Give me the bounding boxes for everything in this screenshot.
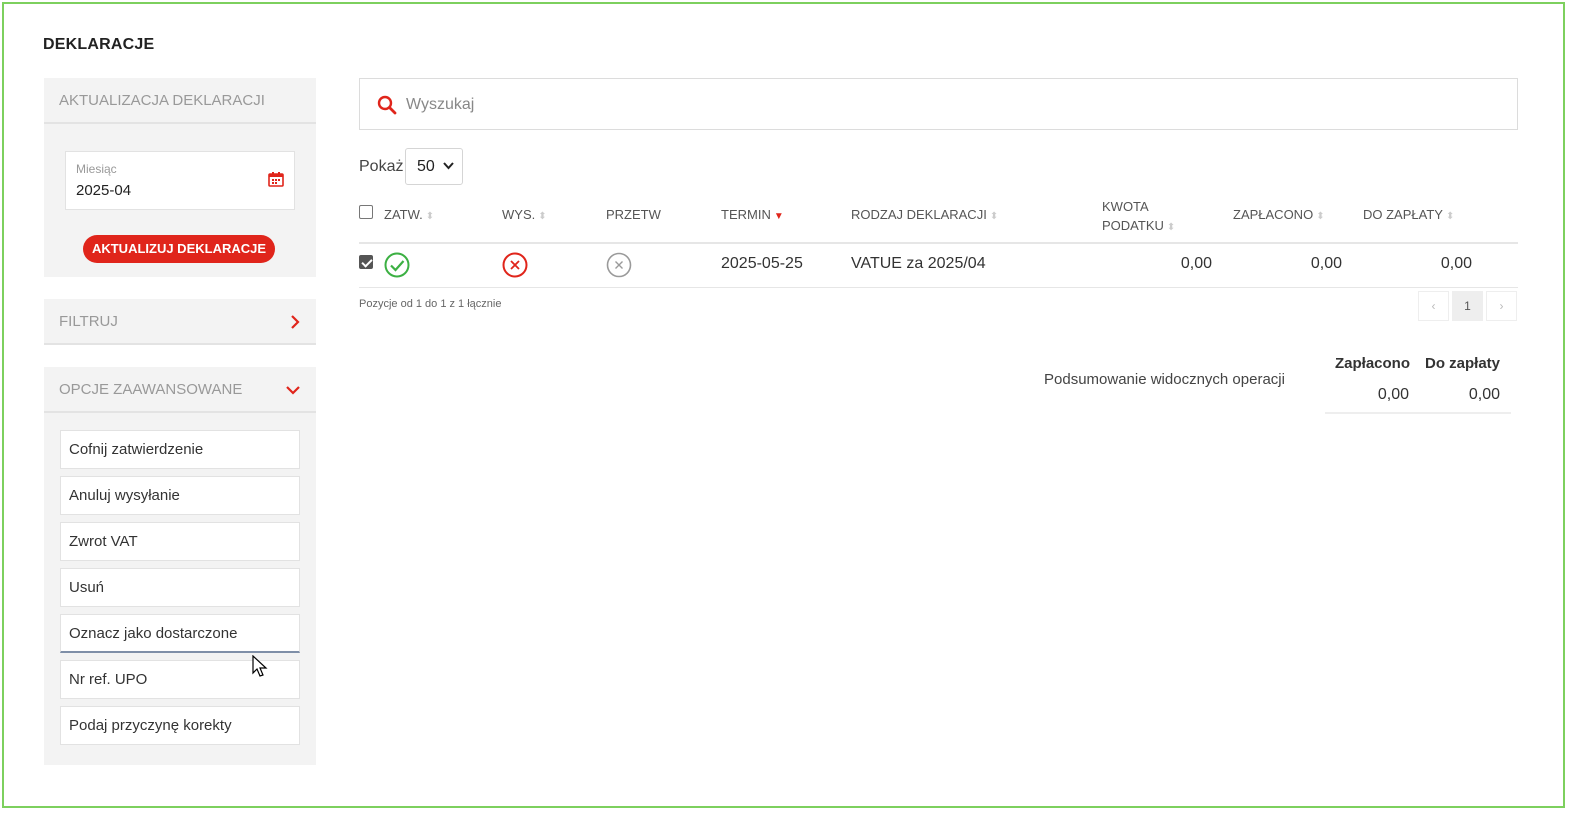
sort-icon: ⬍ — [425, 211, 435, 222]
month-value[interactable]: 2025-04 — [76, 182, 131, 199]
sort-icon: ⬍ — [1445, 211, 1455, 222]
col-label: TERMIN — [721, 207, 771, 222]
month-label: Miesiąc — [76, 162, 117, 176]
not-processed-icon — [606, 252, 632, 278]
search-input[interactable] — [406, 91, 1406, 119]
cell-termin: 2025-05-25 — [721, 255, 803, 272]
sort-icon: ⬍ — [1166, 222, 1176, 233]
summary-do-zaplaty-header: Do zapłaty — [1425, 355, 1501, 372]
month-picker[interactable]: Miesiąc 2025-04 — [65, 151, 295, 210]
mouse-cursor-icon — [252, 655, 268, 677]
page-title: DEKLARACJE — [43, 36, 155, 53]
filter-panel[interactable]: FILTRUJ — [44, 299, 316, 345]
page-size-select[interactable]: 50 — [405, 148, 463, 185]
option-undo-approval[interactable]: Cofnij zatwierdzenie — [60, 430, 300, 469]
col-label: ZATW. — [384, 207, 423, 222]
summary-divider — [1325, 412, 1511, 414]
col-header-zatw[interactable]: ZATW. ⬍ — [384, 207, 434, 222]
filter-panel-header[interactable]: FILTRUJ — [44, 299, 316, 345]
sort-icon: ⬍ — [1316, 211, 1325, 222]
filter-panel-title: FILTRUJ — [59, 313, 118, 330]
summary-zaplacono-header: Zapłacono — [1335, 355, 1411, 372]
select-all-checkbox[interactable] — [359, 205, 373, 219]
option-vat-refund[interactable]: Zwrot VAT — [60, 522, 300, 561]
pagination-prev[interactable]: ‹ — [1418, 291, 1449, 321]
sent-error-icon — [502, 252, 528, 278]
update-panel-title: AKTUALIZACJA DEKLARACJI — [44, 78, 316, 124]
update-panel: AKTUALIZACJA DEKLARACJI Miesiąc 2025-04 … — [44, 78, 316, 277]
col-header-zaplacono[interactable]: ZAPŁACONO ⬍ — [1233, 207, 1325, 222]
option-cancel-sending[interactable]: Anuluj wysyłanie — [60, 476, 300, 515]
summary-zaplacono-value: 0,00 — [1377, 386, 1409, 403]
sort-icon: ⬍ — [989, 211, 999, 222]
cell-kwota: 0,00 — [1180, 255, 1212, 272]
chevron-down-icon — [443, 149, 454, 184]
col-header-wys[interactable]: WYS. ⬍ — [502, 207, 547, 222]
table-info: Pozycje od 1 do 1 z 1 łącznie — [359, 298, 502, 310]
advanced-options-panel: OPCJE ZAAWANSOWANE Cofnij zatwierdzenie … — [44, 367, 316, 765]
show-label: Pokaż — [359, 158, 404, 175]
row-checkbox[interactable] — [359, 255, 373, 269]
sort-icon: ⬍ — [538, 211, 547, 222]
advanced-options-header[interactable]: OPCJE ZAAWANSOWANE — [44, 367, 316, 413]
col-label: PRZETW — [606, 207, 661, 222]
col-label: ZAPŁACONO — [1233, 207, 1314, 222]
col-header-kwota[interactable]: KWOTA PODATKU ⬍ — [1102, 197, 1175, 237]
summary-do-zaplaty-value: 0,00 — [1468, 386, 1500, 403]
col-header-do-zaplaty[interactable]: DO ZAPŁATY ⬍ — [1363, 207, 1454, 222]
pagination-next[interactable]: › — [1486, 291, 1517, 321]
header-divider — [359, 242, 1518, 244]
update-declarations-button[interactable]: AKTUALIZUJ DEKLARACJE — [83, 235, 275, 263]
col-header-przetw: PRZETW — [606, 207, 661, 222]
col-header-rodzaj[interactable]: RODZAJ DEKLARACJI ⬍ — [851, 207, 998, 222]
cell-rodzaj[interactable]: VATUE za 2025/04 — [851, 255, 986, 273]
chevron-down-icon — [286, 367, 300, 413]
col-label: WYS. — [502, 207, 536, 222]
advanced-options-title: OPCJE ZAAWANSOWANE — [59, 381, 243, 398]
pagination-page-1[interactable]: 1 — [1452, 291, 1483, 321]
sort-desc-icon: ▼ — [773, 211, 784, 222]
option-delete[interactable]: Usuń — [60, 568, 300, 607]
chevron-right-icon — [290, 299, 300, 345]
option-mark-delivered[interactable]: Oznacz jako dostarczone — [60, 614, 300, 653]
col-label: DO ZAPŁATY — [1363, 207, 1443, 222]
col-label: KWOTA — [1102, 199, 1149, 214]
search-icon — [377, 95, 397, 115]
option-correction-reason[interactable]: Podaj przyczynę korekty — [60, 706, 300, 745]
approved-check-icon — [384, 252, 410, 278]
summary-label: Podsumowanie widocznych operacji — [1044, 371, 1285, 388]
cell-do-zaplaty: 0,00 — [1440, 255, 1472, 272]
row-divider — [359, 287, 1518, 288]
col-label: RODZAJ DEKLARACJI — [851, 207, 987, 222]
calendar-icon[interactable] — [268, 171, 284, 187]
col-header-termin[interactable]: TERMIN ▼ — [721, 207, 784, 222]
page-size-value: 50 — [417, 158, 435, 175]
search-box[interactable] — [359, 78, 1518, 130]
cell-zaplacono: 0,00 — [1310, 255, 1342, 272]
col-label: PODATKU — [1102, 218, 1164, 233]
